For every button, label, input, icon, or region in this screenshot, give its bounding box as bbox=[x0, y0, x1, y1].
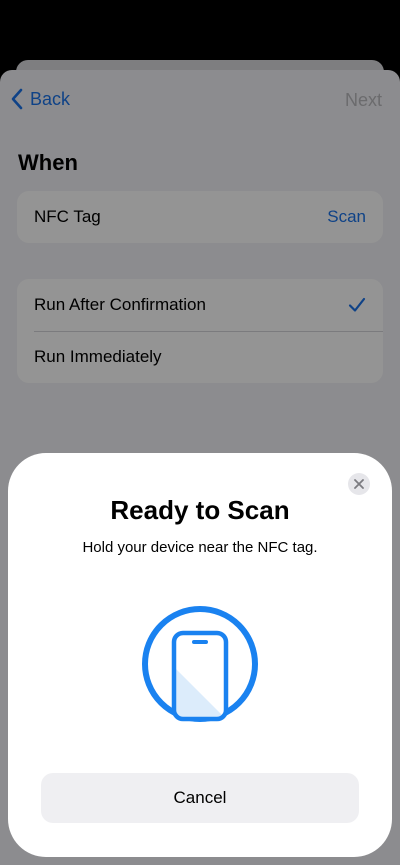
phone-scan-icon bbox=[142, 606, 258, 722]
modal-subtitle: Hold your device near the NFC tag. bbox=[82, 539, 318, 556]
cancel-button[interactable]: Cancel bbox=[41, 773, 359, 823]
modal-title: Ready to Scan bbox=[110, 495, 290, 525]
phone-screen: Back Next When NFC Tag Scan Run After Co… bbox=[0, 0, 400, 865]
close-button[interactable] bbox=[348, 473, 370, 495]
nfc-scan-modal: Ready to Scan Hold your device near the … bbox=[8, 453, 392, 857]
close-icon bbox=[354, 479, 364, 489]
